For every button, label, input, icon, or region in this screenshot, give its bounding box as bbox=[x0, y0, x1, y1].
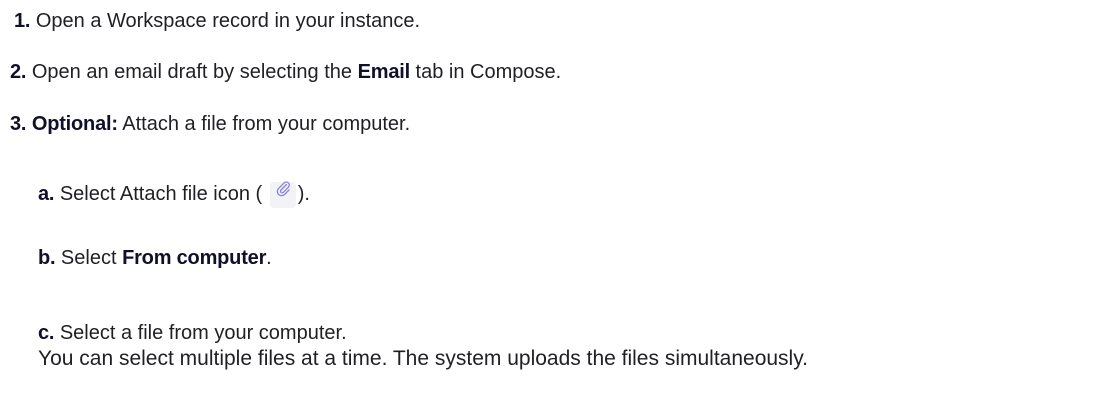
step-number: 3. bbox=[10, 113, 27, 135]
step-2: 2. Open an email draft by selecting the … bbox=[10, 59, 561, 85]
step-text: Attach a file from your computer. bbox=[117, 113, 411, 135]
substep-text: Select bbox=[55, 247, 123, 269]
substep-letter: b. bbox=[38, 247, 56, 269]
from-computer-label: From computer bbox=[122, 247, 267, 269]
step-number: 1. bbox=[14, 10, 31, 32]
substep-text: . bbox=[266, 247, 272, 269]
step-3: 3. Optional: Attach a file from your com… bbox=[10, 111, 410, 137]
substep-c: c. Select a file from your computer. bbox=[38, 320, 347, 346]
step-text: Open a Workspace record in your instance… bbox=[30, 10, 421, 32]
substep-a: a. Select Attach file icon ( ). bbox=[38, 181, 310, 208]
email-tab-label: Email bbox=[357, 61, 411, 83]
substep-c-note: You can select multiple files at a time.… bbox=[38, 347, 808, 370]
optional-label: Optional: bbox=[31, 113, 118, 135]
substep-b: b. Select From computer. bbox=[38, 245, 272, 271]
substep-text: Select a file from your computer. bbox=[54, 322, 347, 344]
substep-letter: c. bbox=[38, 322, 55, 344]
paperclip-icon bbox=[269, 181, 296, 208]
step-number: 2. bbox=[10, 61, 27, 83]
substep-letter: a. bbox=[38, 183, 55, 205]
step-text: tab in Compose. bbox=[409, 61, 562, 83]
substep-text: Select Attach file icon ( bbox=[54, 183, 263, 205]
step-1: 1. Open a Workspace record in your insta… bbox=[14, 8, 420, 34]
step-text: Open an email draft by selecting the bbox=[26, 61, 358, 83]
substep-text: ). bbox=[297, 183, 310, 205]
